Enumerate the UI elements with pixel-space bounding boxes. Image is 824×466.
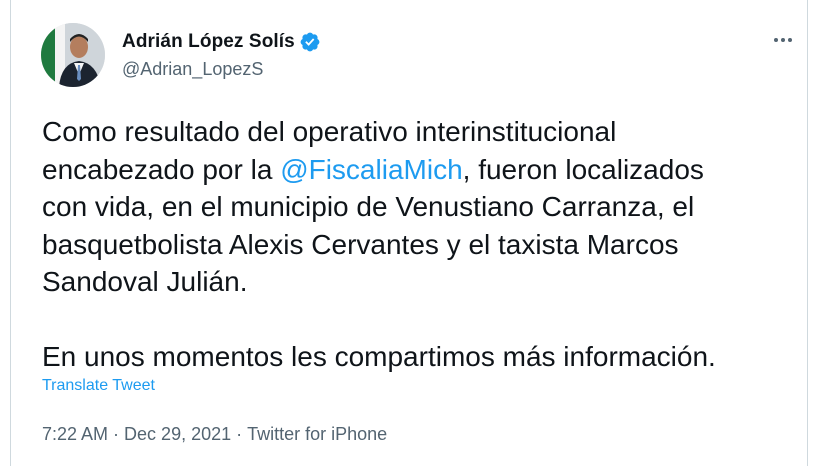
tweet-time[interactable]: 7:22 AM	[42, 424, 108, 444]
avatar[interactable]	[41, 23, 105, 87]
tweet-line: Sandoval Julián.	[42, 266, 248, 297]
tweet-line: Como resultado del operativo interinstit…	[42, 116, 617, 147]
tweet-source[interactable]: Twitter for iPhone	[247, 424, 387, 444]
tweet-meta: 7:22 AM · Dec 29, 2021 · Twitter for iPhone	[42, 424, 387, 445]
tweet-line: En unos momentos les compartimos más inf…	[42, 340, 716, 372]
tweet-line-part: , fueron localizados	[462, 153, 704, 185]
tweet-line-part: encabezado por la	[42, 153, 281, 185]
profile-photo-icon	[41, 23, 105, 87]
tweet-date[interactable]: Dec 29, 2021	[124, 424, 231, 444]
more-options-icon[interactable]	[767, 28, 799, 52]
verified-badge-icon	[299, 31, 321, 53]
tweet-line: basquetbolista Alexis Cervantes y el tax…	[42, 228, 679, 260]
tweet-line: con vida, en el municipio de Venustiano …	[42, 191, 695, 222]
author-name[interactable]: Adrián López Solís	[122, 31, 295, 53]
meta-separator: ·	[236, 424, 243, 444]
author-handle[interactable]: @Adrian_LopezS	[122, 59, 263, 80]
mention-link[interactable]: @FiscaliaMich	[280, 154, 462, 185]
tweet-text: Como resultado del operativo interinstit…	[42, 113, 802, 375]
translate-tweet-link[interactable]: Translate Tweet	[42, 377, 155, 395]
meta-separator: ·	[113, 424, 120, 444]
author-name-row[interactable]: Adrián López Solís	[122, 31, 321, 53]
tweet-card: Adrián López Solís @Adrian_LopezS Como r…	[10, 0, 808, 466]
tweet-line: encabezado por la @FiscaliaMich, fueron …	[42, 151, 802, 189]
